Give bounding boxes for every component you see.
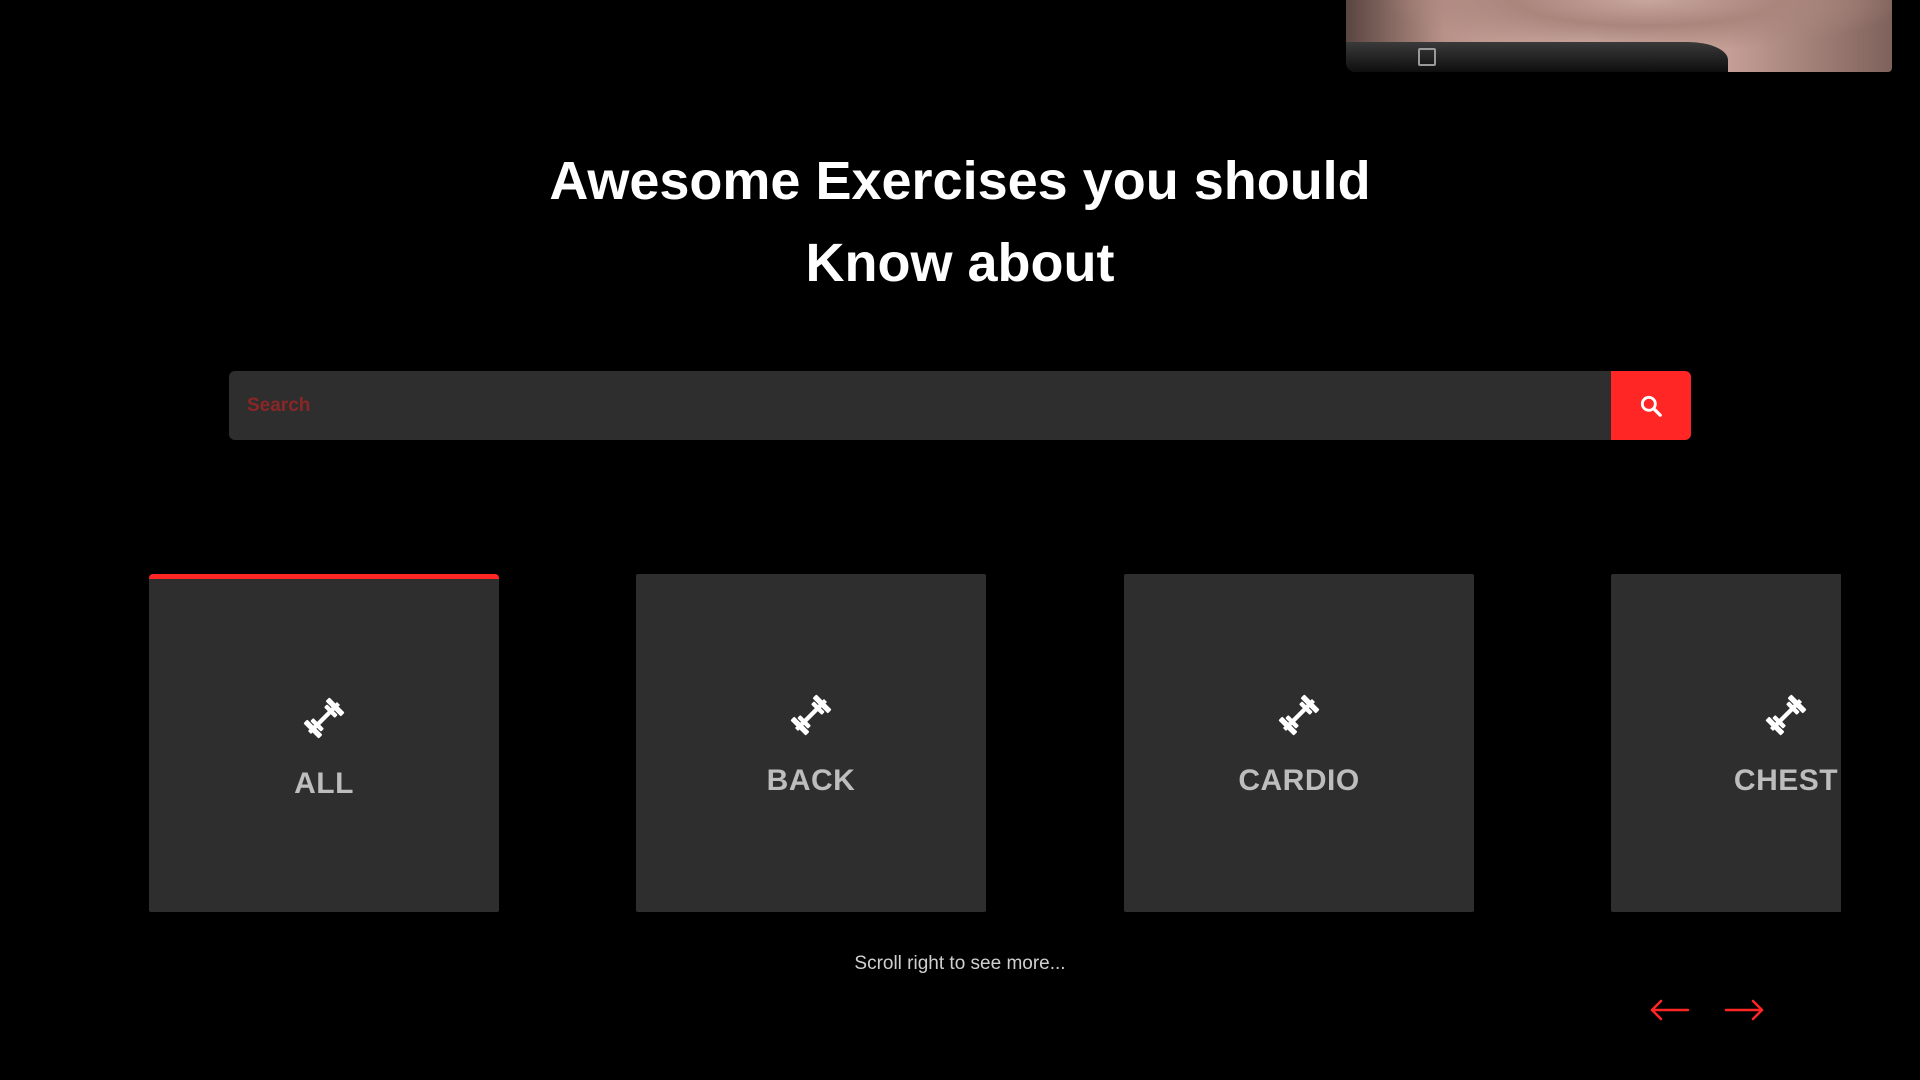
page-title-line-1: Awesome Exercises you should [549,151,1371,211]
category-label-all: ALL [294,766,354,800]
scroll-right-button[interactable] [1720,993,1768,1027]
category-scroller[interactable]: ALL BACK CARDIO CHEST [149,574,1841,912]
search-button[interactable] [1611,371,1691,440]
hero-image [1346,0,1892,72]
waistband-graphic [1346,42,1729,72]
page-title: Awesome Exercises you should Know about [0,140,1920,304]
category-card-all[interactable]: ALL [149,574,499,912]
category-label-chest: CHEST [1733,764,1839,797]
category-card-cardio[interactable]: CARDIO [1124,574,1474,912]
dumbbell-icon [303,697,345,738]
dumbbell-icon [790,694,832,736]
dumbbell-icon [1765,694,1807,736]
scroll-left-button[interactable] [1646,993,1694,1027]
dumbbell-icon [1278,694,1320,736]
category-card-back[interactable]: BACK [636,574,986,912]
search-icon [1640,395,1662,417]
arrow-right-icon [1724,999,1764,1021]
scroll-hint: Scroll right to see more... [854,953,1066,974]
buckle-graphic [1418,48,1436,66]
category-label-back: BACK [766,764,856,797]
search-input[interactable] [229,371,1611,440]
page-title-line-2: Know about [805,233,1115,293]
category-card-chest[interactable]: CHEST [1611,574,1841,912]
category-label-cardio: CARDIO [1238,764,1360,797]
arrow-left-icon [1650,999,1690,1021]
search-bar [229,371,1691,440]
